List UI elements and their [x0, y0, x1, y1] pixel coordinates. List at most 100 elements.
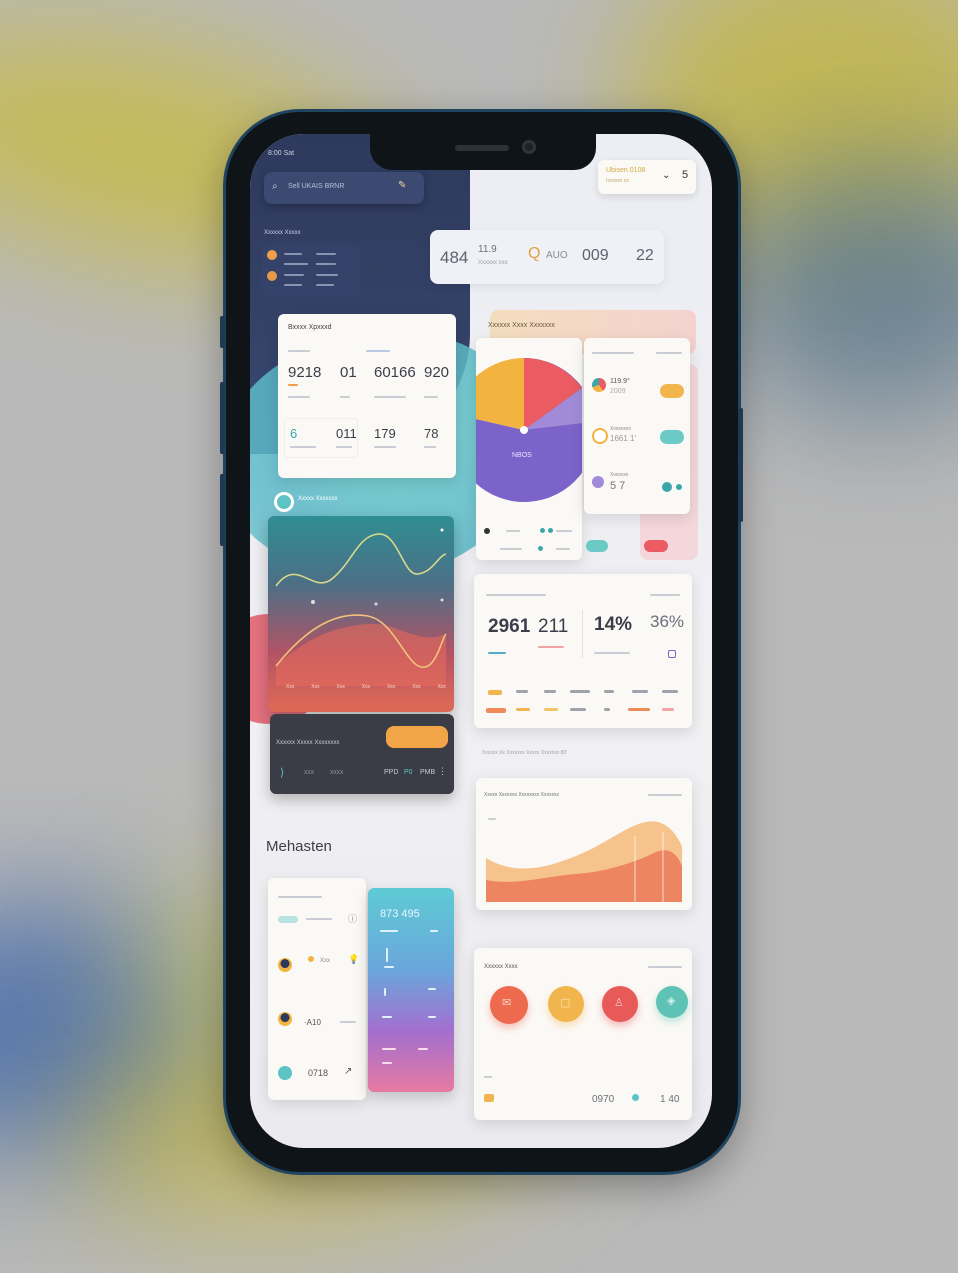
top-stats-strip[interactable]: 484 11.9 Xxxxxx xxx Q AUO 009 22 — [430, 230, 664, 284]
teal-dot — [676, 484, 682, 490]
stats-card[interactable]: Bxxxx Xpxxxd 9218 01 60166 920 6 011 179… — [278, 314, 456, 478]
left-mini-panel[interactable] — [262, 244, 360, 296]
status-pill[interactable] — [484, 1094, 494, 1102]
pie-chart[interactable] — [476, 344, 582, 504]
area-series — [276, 623, 446, 686]
legend-label: Xxxxxxx — [610, 472, 629, 478]
x-tick: Xxx — [387, 684, 396, 690]
player-label: Xxxxxx Xxxxx Xxxxxxxx — [276, 740, 340, 746]
chat-icon: ✉ — [502, 997, 512, 1009]
kpi-value: 36% — [650, 612, 685, 631]
tag-pill[interactable] — [278, 916, 298, 923]
stat-value: 22 — [636, 247, 654, 264]
search-bar[interactable]: ⌕ Sell UKAIS BRNR ✎ — [264, 172, 424, 204]
legend-value: 5 7 — [610, 480, 626, 492]
legend-value: 1661 1′ — [610, 434, 636, 443]
category-circle[interactable]: ♙ — [602, 986, 638, 1022]
action-pill[interactable] — [644, 540, 668, 552]
x-tick: Xxx — [361, 684, 371, 690]
leaf-icon: ◈ — [667, 995, 676, 1007]
status-time: 8:00 Sat — [268, 150, 295, 157]
player-bar[interactable]: Xxxxxx Xxxxx Xxxxxxxx ⟩ XXX XXXX PPD P0 … — [270, 714, 454, 794]
volume-up-button[interactable] — [220, 382, 225, 454]
filter-icon[interactable]: ✎ — [398, 180, 406, 191]
legend-value: 2009 — [610, 388, 626, 395]
category-circle[interactable]: ✉ — [490, 986, 528, 1024]
footer-value: 0970 — [592, 1094, 615, 1105]
info-icon[interactable]: ⓘ — [348, 912, 357, 925]
stat-value: 60166 — [374, 364, 416, 381]
status-pill[interactable] — [660, 430, 684, 444]
area-chart-card[interactable]: Xxxxx Xxxxxxx Xxxxxxxx Xxxxxxx — [476, 778, 692, 910]
avatar[interactable] — [278, 958, 292, 972]
stat-value: 11.9 — [478, 244, 497, 255]
top-right-widget[interactable]: Ubisen 0108 Ixxxxxx xx ⌄ 5 — [598, 160, 696, 194]
teal-dot — [662, 482, 672, 492]
target-icon[interactable] — [274, 492, 294, 512]
pie-card-title: Xxxxxx Xxxx Xxxxxxx — [488, 322, 555, 329]
pie-card[interactable]: NBOS — [476, 338, 582, 560]
area-card-title: Xxxxx Xxxxxxx Xxxxxxxx Xxxxxxx — [484, 792, 560, 798]
player-value: XXXX — [330, 770, 344, 776]
section-title: Mehasten — [266, 838, 332, 855]
chevron-down-icon[interactable]: ⌄ — [662, 170, 670, 181]
area-chart[interactable] — [486, 816, 686, 906]
teal-dot — [632, 1094, 639, 1101]
checkbox-icon[interactable] — [668, 650, 676, 658]
stat-value: 484 — [440, 248, 469, 267]
gradient-card-title: 873 495 — [380, 908, 420, 920]
search-text: Sell UKAIS BRNR — [288, 183, 345, 190]
circles-card[interactable]: Xxxxxx Xxxx ✉ ▢ ♙ ◈ 0970 1 40 — [474, 948, 692, 1120]
menu-icon[interactable]: ⋮ — [438, 766, 447, 777]
stat-value: 9218 — [288, 364, 322, 381]
play-button[interactable] — [386, 726, 448, 748]
list-card[interactable]: ⓘ Xxx 💡 ·A10 0718 ↗ — [268, 878, 366, 1100]
stat-value: 01 — [340, 364, 357, 381]
stat-value: 179 — [374, 426, 396, 441]
stat-value: 78 — [424, 426, 439, 441]
notch — [370, 134, 596, 170]
volume-icon[interactable]: ⟩ — [280, 766, 284, 779]
kpi-value: 14% — [594, 614, 633, 635]
stat-value: 6 — [290, 426, 298, 441]
power-button[interactable] — [738, 408, 743, 522]
avatar[interactable] — [278, 1012, 292, 1026]
line-chart[interactable] — [268, 516, 454, 712]
status-pill[interactable] — [660, 384, 684, 398]
x-tick: Xxx — [311, 684, 320, 690]
volume-down-button[interactable] — [220, 474, 225, 546]
phone-frame: 8:00 Sat ⌕ Sell UKAIS BRNR ✎ Ubisen 0108… — [220, 112, 743, 1172]
category-circle[interactable]: ▢ — [548, 986, 584, 1022]
pie-legend-card[interactable]: 119.9° 2009 Xxxxxxxx 1661 1′ Xxxxxxx 5 7 — [584, 338, 690, 514]
x-axis-ticks: Xxx Xxx Xxx Xxx Xxx Xxx Xxx — [286, 684, 446, 694]
speaker — [455, 145, 509, 151]
search-icon[interactable]: Q — [528, 245, 540, 263]
pie-slice-yellow — [476, 358, 524, 430]
avatar[interactable] — [278, 1066, 292, 1080]
phone-screen: 8:00 Sat ⌕ Sell UKAIS BRNR ✎ Ubisen 0108… — [250, 134, 712, 1148]
stats-card-title: Bxxxx Xpxxxd — [288, 324, 332, 331]
legend-value: 119.9° — [610, 378, 630, 385]
list-item-label: Xxx — [320, 958, 331, 964]
action-pill[interactable] — [586, 540, 608, 552]
kpi-value: 211 — [538, 616, 569, 637]
player-value: P0 — [404, 769, 413, 776]
circles-card-title: Xxxxxx Xxxx — [484, 964, 518, 970]
line-chart-card[interactable]: Xxx Xxx Xxx Xxx Xxx Xxx Xxx — [268, 516, 454, 712]
widget-label: Ubisen 0108 — [606, 167, 646, 174]
x-tick: Xxx — [412, 684, 421, 690]
bulb-icon[interactable]: 💡 — [348, 954, 359, 965]
gradient-card[interactable]: 873 495 — [368, 888, 454, 1092]
box-icon: ▢ — [560, 997, 571, 1009]
arrow-icon[interactable]: ↗ — [344, 1066, 352, 1077]
category-circle[interactable]: ◈ — [656, 986, 688, 1018]
pie-center-label: NBOS — [512, 452, 532, 459]
list-item-value: ·A10 — [304, 1018, 321, 1027]
x-tick: Xxx — [286, 684, 295, 690]
mute-switch[interactable] — [220, 316, 225, 348]
orange-dot — [267, 271, 277, 281]
kpi-card[interactable]: 2961 211 14% 36% — [474, 574, 692, 728]
front-camera — [522, 140, 536, 154]
kpi-value: 2961 — [488, 616, 531, 637]
widget-number: 5 — [682, 169, 689, 181]
